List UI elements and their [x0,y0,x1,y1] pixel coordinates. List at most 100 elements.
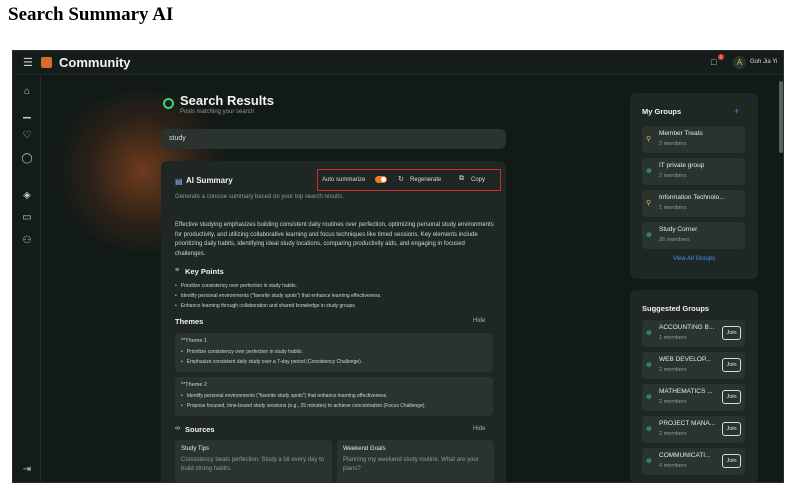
group-members: 26 members [659,237,690,243]
chart-icon[interactable]: ▁ [21,108,33,120]
app-window: ☰ Community □ 1 A Goh Jia Yi ⌂ ▁ ♡ ◯ ◈ ▭… [12,50,784,483]
source-title: Study Tips [181,446,210,452]
toggle-knob [381,177,386,182]
chat-icon[interactable]: ◯ [21,153,33,165]
suggested-group-item: ⊕ COMMUNICATI... 4 members Join [642,448,745,475]
logout-icon[interactable]: ⇥ [21,464,33,476]
globe-icon: ⊕ [646,362,652,369]
users-icon[interactable]: ⚇ [21,235,33,247]
list-icon: ≡ [175,267,180,274]
group-item[interactable]: ⚲ Information Technolo... 1 members [642,190,745,217]
group-name: MATHEMATICS ... [659,388,713,395]
link-icon: ∞ [175,425,180,432]
group-name: PROJECT MANA... [659,420,716,427]
globe-icon: ⊕ [646,168,652,175]
sidebar: ⌂ ▁ ♡ ◯ ◈ ▭ ⚇ ⇥ [13,75,41,482]
globe-icon: ⊕ [646,330,652,337]
list-item: Prioritize consistency over perfection i… [175,281,495,291]
themes-hide-button[interactable]: Hide [473,318,485,324]
suggested-groups-panel: Suggested Groups ⊕ ACCOUNTING B... 1 mem… [630,290,758,482]
globe-icon: ⊕ [646,426,652,433]
group-name: IT private group [659,162,705,169]
copy-icon[interactable]: ⧉ [459,175,464,183]
theme-list: Prioritize consistency over perfection i… [181,347,487,367]
theme-card: **Theme 2 Identify personal environments… [175,377,493,416]
menu-icon[interactable]: ☰ [23,56,33,69]
key-points-list: Prioritize consistency over perfection i… [175,281,495,311]
notification-badge: 1 [718,54,724,60]
group-members: 2 members [659,399,687,405]
monitor-icon[interactable]: ▭ [21,212,33,224]
add-group-button[interactable]: + [734,106,739,116]
theme-card: **Theme 1 Prioritize consistency over pe… [175,333,493,372]
theme-name: **Theme 1 [181,338,207,344]
graduation-cap-icon[interactable]: ◈ [21,190,33,202]
source-card[interactable]: Study Tips Consistency beats perfection.… [175,440,332,482]
avatar[interactable]: A [733,56,746,69]
theme-name: **Theme 2 [181,382,207,388]
group-name: Member Treats [659,130,703,137]
group-members: 3 members [659,141,687,147]
join-button[interactable]: Join [722,358,741,372]
lock-icon: ⚲ [646,136,652,143]
group-name: ACCOUNTING B... [659,324,715,331]
brand-logo-icon [41,57,52,68]
source-title: Weekend Goals [343,446,386,452]
list-item: Prioritize consistency over perfection i… [181,347,487,357]
copy-button[interactable]: Copy [471,177,485,183]
search-icon [163,98,174,109]
ai-summary-title: AI Summary [186,176,233,185]
refresh-icon[interactable]: ↻ [398,175,404,183]
theme-list: Identify personal environments ("favorit… [181,391,487,411]
group-item[interactable]: ⊕ IT private group 2 members [642,158,745,185]
group-members: 2 members [659,431,687,437]
group-item[interactable]: ⊕ Study Corner 26 members [642,222,745,249]
suggested-group-item: ⊕ WEB DEVELOP... 2 members Join [642,352,745,379]
page-subtitle: Posts matching your search [180,109,255,115]
join-button[interactable]: Join [722,326,741,340]
page-title: Search Results [180,93,274,108]
globe-icon: ⊕ [646,394,652,401]
user-name[interactable]: Goh Jia Yi [750,59,777,65]
bell-icon[interactable]: ♡ [21,130,33,142]
lock-icon: ⚲ [646,200,652,207]
home-icon[interactable]: ⌂ [21,86,33,98]
suggested-groups-title: Suggested Groups [642,304,710,313]
group-name: COMMUNICATI... [659,452,711,459]
join-button[interactable]: Join [722,454,741,468]
list-item: Emphasize consistent daily study over a … [181,357,487,367]
list-item: Propose focused, time-bound study sessio… [181,401,487,411]
themes-title: Themes [175,317,204,326]
ai-summary-toolbar: Auto summarize ↻ Regenerate ⧉ Copy [317,169,501,191]
page-heading: Search Summary AI [8,4,174,25]
source-text: Consistency beats perfection. Study a bi… [181,457,325,472]
group-item[interactable]: ⚲ Member Treats 3 members [642,126,745,153]
my-groups-panel: My Groups + ⚲ Member Treats 3 members ⊕ … [630,93,758,279]
sources-title: Sources [185,425,215,434]
scrollbar[interactable] [779,81,783,153]
my-groups-title: My Groups [642,107,682,116]
brand-name[interactable]: Community [59,55,131,70]
summary-text: Effective studying emphasizes building c… [175,222,494,257]
group-members: 2 members [659,367,687,373]
list-item: Identify personal environments ("favorit… [175,291,495,301]
join-button[interactable]: Join [722,422,741,436]
group-name: Information Technolo... [659,194,725,201]
regenerate-button[interactable]: Regenerate [410,177,441,183]
group-members: 2 members [659,173,687,179]
suggested-group-item: ⊕ ACCOUNTING B... 1 members Join [642,320,745,347]
source-text: Planning my weekend study routine. What … [343,457,479,472]
list-item: Enhance learning through collaboration a… [175,301,495,311]
search-input[interactable]: study [161,129,506,149]
auto-summarize-toggle[interactable] [375,176,387,183]
join-button[interactable]: Join [722,390,741,404]
group-members: 1 members [659,205,687,211]
suggested-group-item: ⊕ PROJECT MANA... 2 members Join [642,416,745,443]
notification-icon[interactable]: □ [711,57,716,67]
suggested-group-item: ⊕ MATHEMATICS ... 2 members Join [642,384,745,411]
group-name: Study Corner [659,226,698,233]
view-all-groups-link[interactable]: View All Groups [630,256,758,262]
list-item: Identify personal environments ("favorit… [181,391,487,401]
sources-hide-button[interactable]: Hide [473,426,485,432]
source-card[interactable]: Weekend Goals Planning my weekend study … [337,440,494,482]
